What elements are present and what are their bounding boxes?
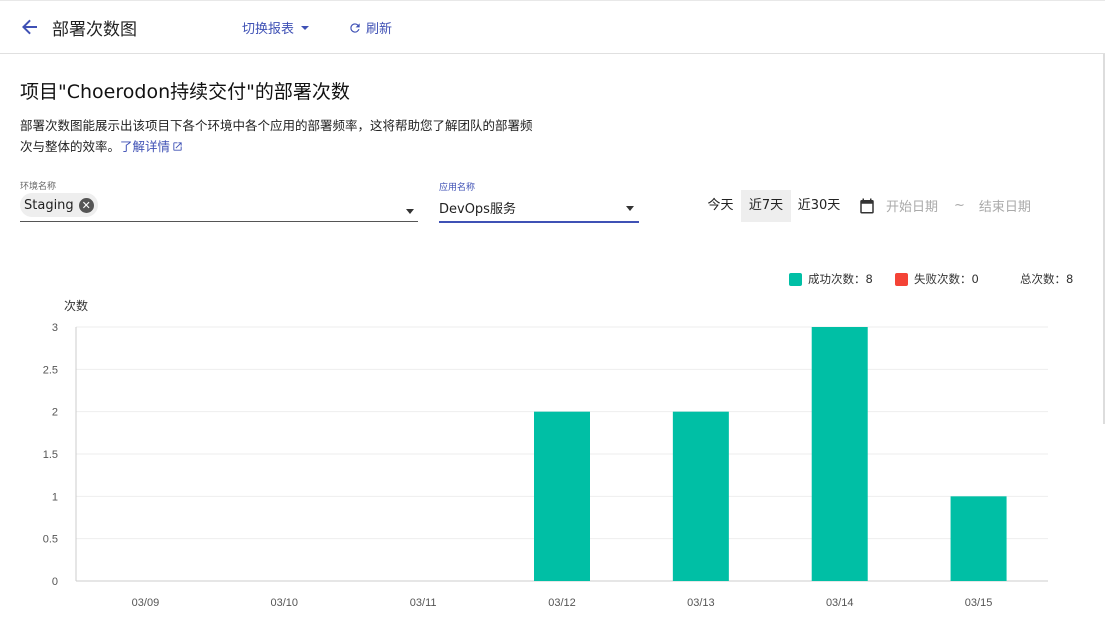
x-tick-label: 03/12 (548, 597, 576, 609)
date-separator: ~ (954, 198, 965, 213)
app-dropdown-caret-icon (626, 206, 634, 211)
env-chip-label: Staging (24, 197, 74, 213)
refresh-label: 刷新 (366, 22, 393, 37)
fail-swatch (895, 272, 908, 286)
bar-success[interactable] (672, 411, 729, 581)
chip-remove-icon[interactable]: ✕ (78, 197, 94, 213)
x-tick-label: 03/10 (271, 597, 299, 609)
back-arrow-icon[interactable] (18, 15, 42, 39)
bar-success[interactable] (950, 496, 1007, 581)
refresh-button[interactable]: 刷新 (348, 18, 392, 37)
refresh-icon (350, 22, 360, 33)
env-field-label: 环境名称 (20, 182, 57, 192)
app-select-value: DevOps服务 (439, 202, 516, 217)
dropdown-caret-icon (301, 25, 310, 30)
legend-success-label: 成功次数：8 (808, 272, 873, 286)
switch-report-label: 切换报表 (242, 22, 295, 37)
x-tick-label: 03/15 (965, 597, 993, 609)
top-bar: 部署次数图 切换报表 刷新 (0, 0, 1105, 54)
legend-total-label: 总次数：8 (1020, 272, 1074, 286)
x-tick-label: 03/13 (687, 597, 715, 609)
legend-total: 总次数：8 (1020, 271, 1073, 287)
success-swatch (789, 272, 802, 286)
x-tick-label: 03/11 (410, 597, 437, 609)
bar-success[interactable] (811, 327, 868, 581)
learn-more-label: 了解详情 (120, 139, 171, 154)
y-tick-label: 2 (52, 407, 58, 419)
y-tick-label: 0.5 (43, 534, 58, 546)
y-tick-label: 1.5 (43, 449, 58, 461)
description-text: 部署次数图能展示出该项目下各个环境中各个应用的部署频率，这将帮助您了解团队的部署… (20, 118, 533, 154)
y-tick-label: 1 (52, 491, 58, 503)
external-link-icon (173, 142, 182, 151)
legend-success[interactable]: 成功次数：8 (789, 271, 873, 287)
calendar-icon (860, 198, 874, 213)
report-heading: 项目"Choerodon持续交付"的部署次数 (20, 81, 350, 103)
y-axis-label: 次数 (64, 298, 88, 313)
date-range-picker[interactable]: 开始日期 ~ 结束日期 (858, 196, 1031, 215)
start-date-input[interactable]: 开始日期 (886, 196, 938, 215)
env-select[interactable]: Staging ✕ (20, 192, 418, 222)
range-today-button[interactable]: 今天 (700, 190, 741, 222)
legend-fail[interactable]: 失败次数：0 (895, 271, 979, 287)
end-date-input[interactable]: 结束日期 (979, 196, 1031, 215)
env-dropdown-caret-icon (406, 209, 414, 214)
switch-report-button[interactable]: 切换报表 (242, 18, 310, 37)
x-tick-label: 03/14 (826, 597, 854, 609)
legend-fail-label: 失败次数：0 (914, 272, 979, 286)
report-description: 部署次数图能展示出该项目下各个环境中各个应用的部署频率，这将帮助您了解团队的部署… (20, 115, 535, 157)
app-select[interactable]: DevOps服务 (439, 192, 639, 223)
range-30days-button[interactable]: 近30天 (791, 190, 847, 222)
bar-success[interactable] (534, 411, 590, 581)
y-tick-label: 2.5 (43, 364, 58, 376)
env-chip: Staging ✕ (20, 193, 98, 217)
deploy-count-chart: 次数 0 0.5 1 1.5 2 2.5 3 03/09 03/10 03/11 03/12 03/1… (43, 298, 1048, 609)
learn-more-link[interactable]: 了解详情 (120, 139, 183, 154)
page-title: 部署次数图 (52, 20, 137, 40)
y-tick-label: 0 (52, 576, 58, 588)
y-tick-label: 3 (52, 322, 58, 334)
x-tick-label: 03/09 (132, 597, 160, 609)
range-7days-button[interactable]: 近7天 (741, 190, 791, 222)
